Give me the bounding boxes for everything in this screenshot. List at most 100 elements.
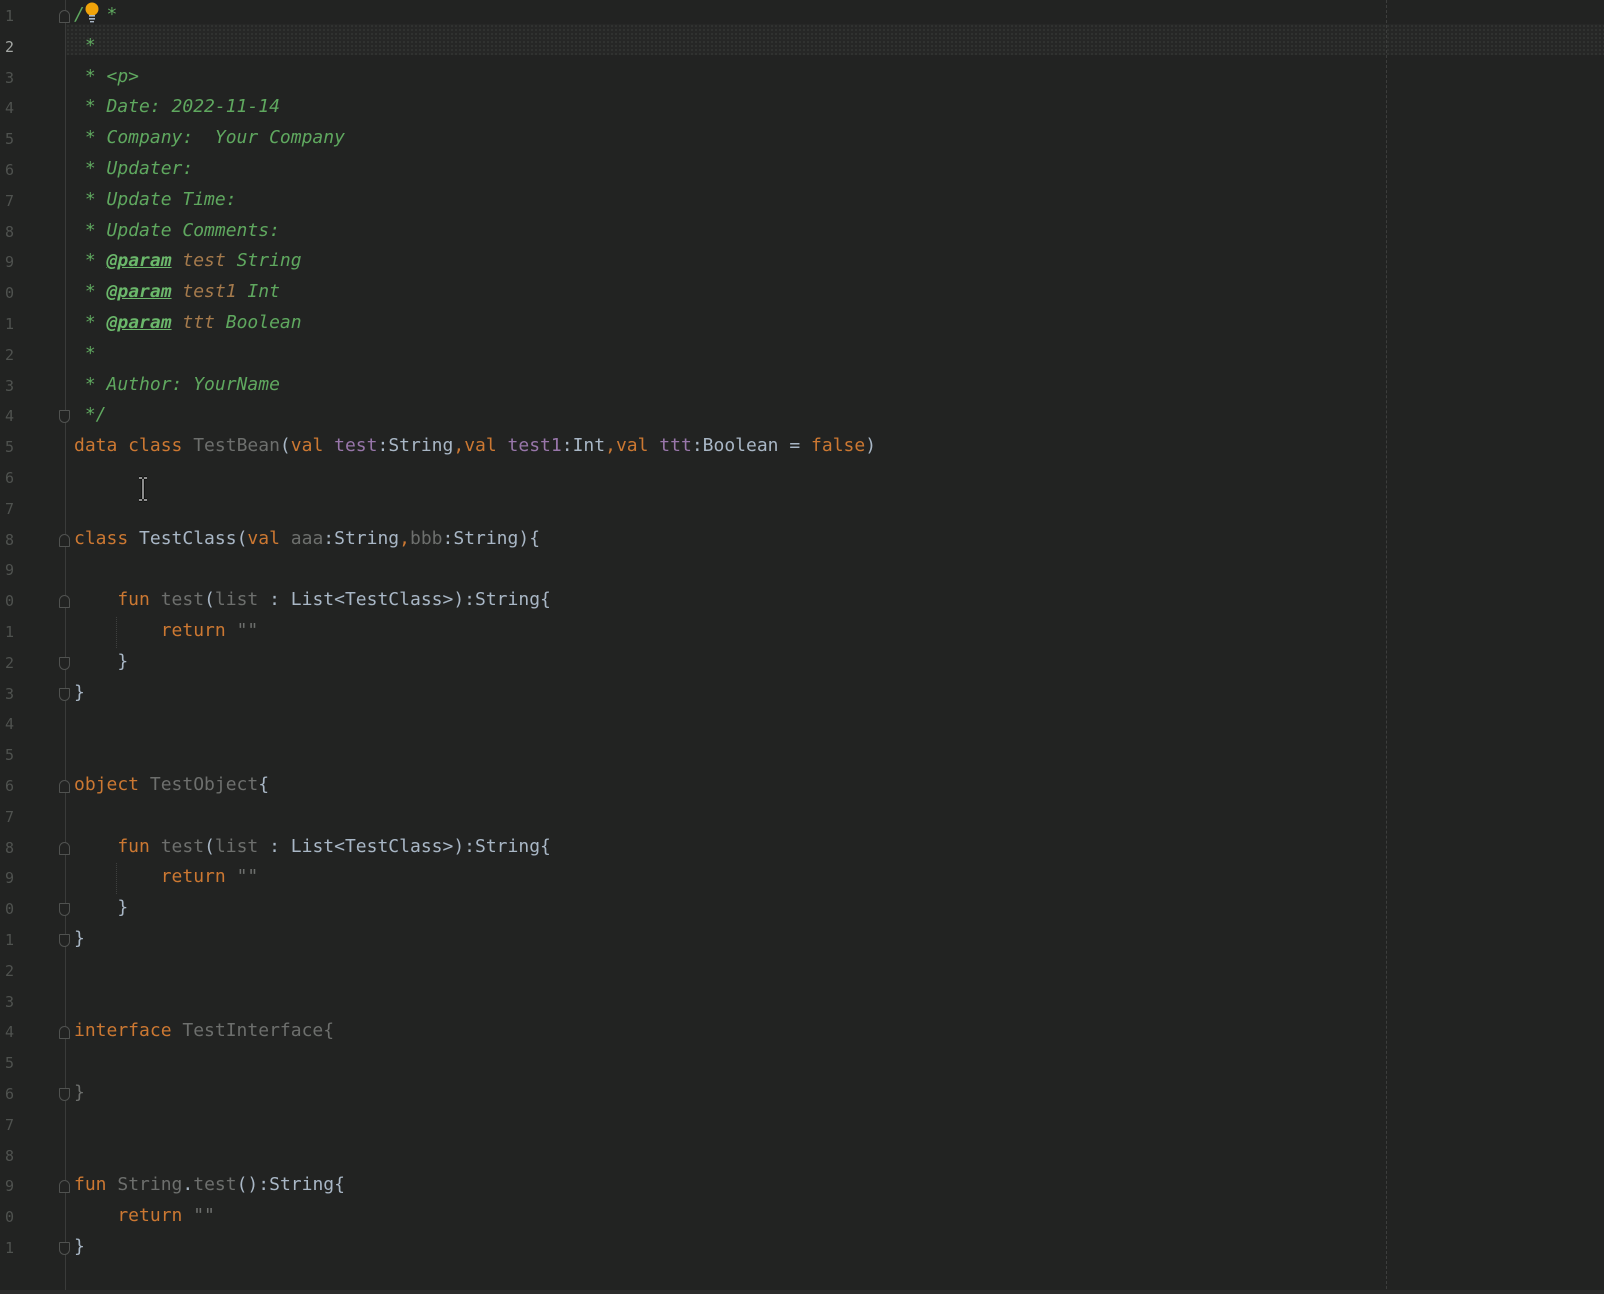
code-token: . <box>182 1174 194 1196</box>
line-number[interactable]: 1 <box>0 1 14 32</box>
code-line[interactable]: * @param test String <box>74 246 302 277</box>
code-token: return <box>74 620 237 641</box>
code-token: class <box>74 527 140 549</box>
code-line[interactable]: * Updater: <box>74 154 193 185</box>
code-line[interactable]: } <box>74 678 85 709</box>
code-line[interactable]: return "" <box>74 862 259 893</box>
line-number[interactable]: 5 <box>0 432 14 463</box>
line-number[interactable]: 3 <box>0 371 14 402</box>
line-number[interactable]: 2 <box>0 32 14 63</box>
code-line[interactable]: fun test(list : List<TestClass>):String{ <box>74 832 551 863</box>
code-line[interactable]: * Update Time: <box>74 185 237 216</box>
line-number[interactable]: 2 <box>0 648 14 679</box>
fold-marker-icon[interactable] <box>59 410 70 424</box>
code-line[interactable]: } <box>74 924 85 955</box>
fold-marker-icon[interactable] <box>59 780 70 793</box>
fold-marker-icon[interactable] <box>59 10 70 23</box>
code-token: fun <box>74 1174 118 1196</box>
code-line[interactable]: data class TestBean(val test:String,val … <box>74 431 876 462</box>
code-line[interactable]: object TestObject{ <box>74 770 269 801</box>
line-number[interactable]: 5 <box>0 124 14 155</box>
line-number[interactable]: 1 <box>0 925 14 956</box>
line-number[interactable]: 7 <box>0 186 14 217</box>
code-line[interactable]: fun String.test():String{ <box>74 1170 345 1201</box>
code-token: val <box>464 435 508 457</box>
line-number[interactable]: 4 <box>0 401 14 432</box>
code-line[interactable]: interface TestInterface{ <box>74 1016 334 1047</box>
code-token: :Boolean = <box>691 435 812 457</box>
line-number[interactable]: 5 <box>0 740 14 771</box>
fold-marker-icon[interactable] <box>59 1242 70 1255</box>
code-token: @param <box>106 250 172 272</box>
line-number[interactable]: 8 <box>0 525 14 556</box>
line-number[interactable]: 8 <box>0 217 14 248</box>
line-number[interactable]: 4 <box>0 93 14 124</box>
code-line[interactable]: * @param test1 Int <box>74 277 280 308</box>
fold-marker-icon[interactable] <box>59 1026 70 1040</box>
code-line[interactable]: * Date: 2022-11-14 <box>74 92 280 123</box>
code-line[interactable]: * <box>74 31 96 62</box>
line-number[interactable]: 6 <box>0 771 14 802</box>
line-number[interactable]: 0 <box>0 586 14 617</box>
line-number[interactable]: 7 <box>0 802 14 833</box>
fold-marker-icon[interactable] <box>59 533 70 547</box>
line-number[interactable]: 7 <box>0 1110 14 1141</box>
code-line[interactable]: } <box>74 647 128 678</box>
line-number[interactable]: 2 <box>0 340 14 371</box>
line-number[interactable]: 1 <box>0 309 14 340</box>
code-editor[interactable]: / * * * <p> * Date: 2022-11-14 * Company… <box>0 0 1604 1294</box>
code-line[interactable]: } <box>74 893 128 924</box>
code-token: object <box>74 774 150 795</box>
code-token: return <box>74 1205 194 1227</box>
line-number[interactable]: 0 <box>0 894 14 925</box>
fold-marker-icon[interactable] <box>59 1088 70 1101</box>
line-number[interactable]: 6 <box>0 155 14 186</box>
line-number[interactable]: 2 <box>0 956 14 987</box>
code-token: ( <box>204 589 215 611</box>
code-line[interactable]: return "" <box>74 1201 215 1232</box>
line-number[interactable]: 4 <box>0 709 14 740</box>
code-line[interactable]: } <box>74 1232 85 1263</box>
code-token: } <box>74 1236 85 1257</box>
line-number[interactable]: 1 <box>0 617 14 648</box>
fold-marker-icon[interactable] <box>59 1180 70 1194</box>
line-number[interactable]: 6 <box>0 1079 14 1110</box>
code-line[interactable]: } <box>74 1078 85 1109</box>
line-number[interactable]: 9 <box>0 1171 14 1202</box>
line-number[interactable]: 4 <box>0 1017 14 1048</box>
fold-marker-icon[interactable] <box>59 687 70 701</box>
lightbulb-icon[interactable] <box>84 1 100 23</box>
code-line[interactable]: */ <box>74 400 107 431</box>
line-number[interactable]: 8 <box>0 833 14 864</box>
line-number[interactable]: 3 <box>0 987 14 1018</box>
line-number[interactable]: 3 <box>0 679 14 710</box>
code-line[interactable]: * <box>74 339 96 370</box>
code-line[interactable]: * Update Comments: <box>74 216 280 247</box>
line-number[interactable]: 1 <box>0 1233 14 1264</box>
fold-marker-icon[interactable] <box>59 934 70 947</box>
code-line[interactable]: class TestClass(val aaa:String,bbb:Strin… <box>74 524 540 555</box>
line-number[interactable]: 0 <box>0 278 14 309</box>
line-number[interactable]: 6 <box>0 463 14 494</box>
line-number[interactable]: 0 <box>0 1202 14 1233</box>
code-line[interactable]: * Company: Your Company <box>74 123 345 154</box>
indent-guide <box>116 863 117 895</box>
code-token: val <box>615 435 660 457</box>
fold-marker-icon[interactable] <box>59 656 70 670</box>
code-line[interactable]: * Author: YourName <box>74 370 280 401</box>
line-number[interactable]: 9 <box>0 247 14 278</box>
line-number[interactable]: 3 <box>0 63 14 94</box>
line-number[interactable]: 5 <box>0 1048 14 1079</box>
code-line[interactable]: * <p> <box>74 62 139 93</box>
fold-marker-icon[interactable] <box>59 841 70 855</box>
line-number[interactable]: 7 <box>0 494 14 525</box>
code-line[interactable]: * @param ttt Boolean <box>74 308 302 339</box>
line-number[interactable]: 8 <box>0 1141 14 1172</box>
fold-marker-icon[interactable] <box>59 903 70 917</box>
code-line[interactable]: fun test(list : List<TestClass>):String{ <box>74 585 551 616</box>
code-line[interactable]: return "" <box>74 616 259 647</box>
code-token: :String){ <box>442 527 541 549</box>
line-number[interactable]: 9 <box>0 555 14 586</box>
line-number[interactable]: 9 <box>0 863 14 894</box>
fold-marker-icon[interactable] <box>59 595 70 609</box>
